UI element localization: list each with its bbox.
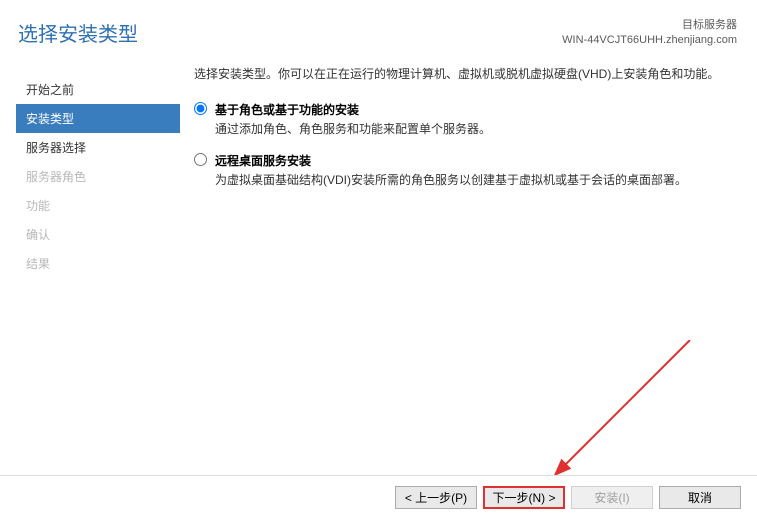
- target-server-name: WIN-44VCJT66UHH.zhenjiang.com: [562, 33, 737, 48]
- sidebar-item-server-selection[interactable]: 服务器选择: [26, 133, 180, 162]
- option-role-based-title: 基于角色或基于功能的安装: [215, 101, 729, 118]
- option-remote-desktop-desc: 为虚拟桌面基础结构(VDI)安装所需的角色服务以创建基于虚拟机或基于会话的桌面部…: [215, 171, 729, 189]
- radio-remote-desktop[interactable]: [194, 153, 207, 166]
- wizard-sidebar: 开始之前 安装类型 服务器选择 服务器角色 功能 确认 结果: [0, 65, 180, 278]
- target-server-info: 目标服务器 WIN-44VCJT66UHH.zhenjiang.com: [562, 18, 737, 49]
- sidebar-item-results: 结果: [26, 249, 180, 278]
- target-label: 目标服务器: [562, 18, 737, 33]
- option-role-based[interactable]: 基于角色或基于功能的安装 通过添加角色、角色服务和功能来配置单个服务器。: [194, 101, 729, 138]
- option-remote-desktop[interactable]: 远程桌面服务安装 为虚拟桌面基础结构(VDI)安装所需的角色服务以创建基于虚拟机…: [194, 152, 729, 189]
- page-title: 选择安装类型: [18, 18, 138, 47]
- radio-role-based[interactable]: [194, 102, 207, 115]
- wizard-footer: < 上一步(P) 下一步(N) > 安装(I) 取消: [0, 475, 757, 521]
- sidebar-item-install-type[interactable]: 安装类型: [16, 104, 180, 133]
- sidebar-item-confirm: 确认: [26, 220, 180, 249]
- sidebar-item-features: 功能: [26, 191, 180, 220]
- option-remote-desktop-title: 远程桌面服务安装: [215, 152, 729, 169]
- prev-button[interactable]: < 上一步(P): [395, 486, 477, 509]
- sidebar-item-before-begin[interactable]: 开始之前: [26, 75, 180, 104]
- cancel-button[interactable]: 取消: [659, 486, 741, 509]
- install-button: 安装(I): [571, 486, 653, 509]
- next-button[interactable]: 下一步(N) >: [483, 486, 565, 509]
- sidebar-item-server-roles: 服务器角色: [26, 162, 180, 191]
- content-intro: 选择安装类型。你可以在正在运行的物理计算机、虚拟机或脱机虚拟硬盘(VHD)上安装…: [194, 65, 729, 83]
- option-role-based-desc: 通过添加角色、角色服务和功能来配置单个服务器。: [215, 120, 729, 138]
- content-area: 选择安装类型。你可以在正在运行的物理计算机、虚拟机或脱机虚拟硬盘(VHD)上安装…: [180, 65, 757, 278]
